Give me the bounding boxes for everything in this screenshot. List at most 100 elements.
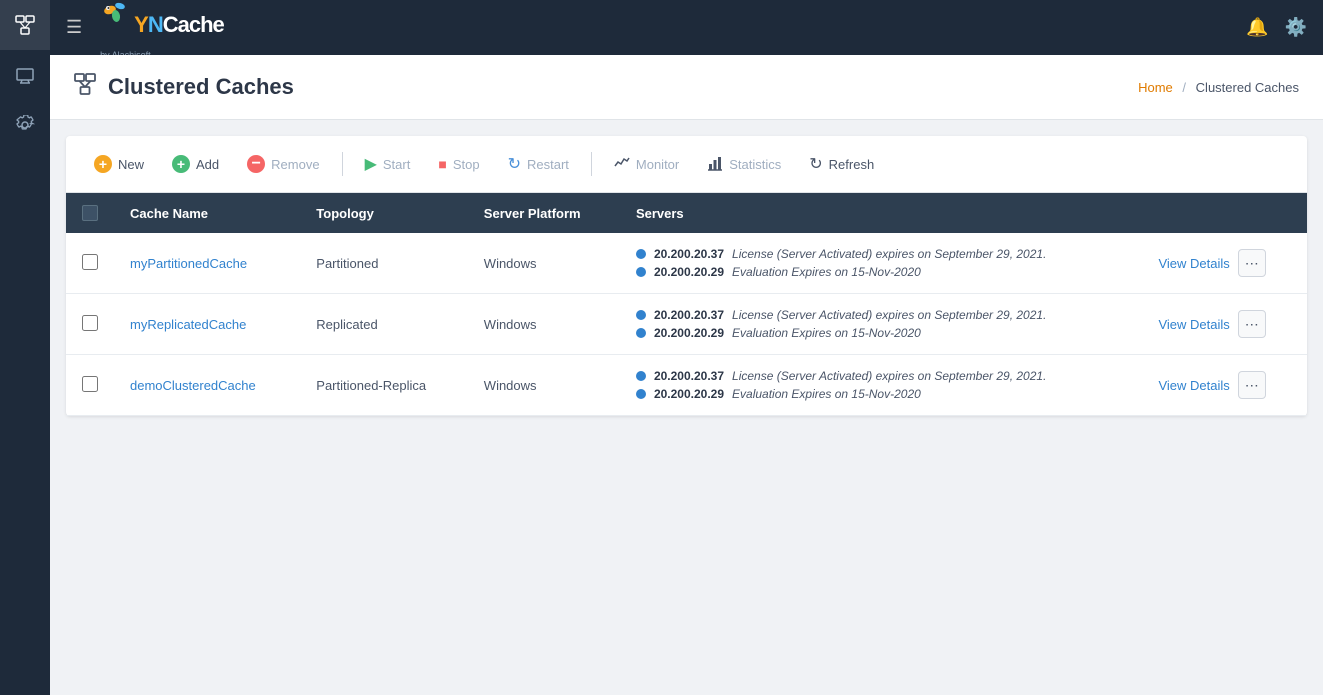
add-label: Add	[196, 157, 219, 172]
topbar-left: ☰ YNCache	[66, 0, 224, 60]
more-actions-button[interactable]: ⋯	[1238, 249, 1266, 277]
stop-button[interactable]: ■ Stop	[426, 150, 491, 178]
server-license: License (Server Activated) expires on Se…	[732, 308, 1046, 322]
topology-cell: Replicated	[300, 294, 468, 355]
platform-cell: Windows	[468, 355, 620, 416]
cache-name-link[interactable]: myReplicatedCache	[130, 317, 246, 332]
row-checkbox-2[interactable]	[82, 376, 98, 392]
toolbar-separator-1	[342, 152, 343, 176]
platform-cell: Windows	[468, 233, 620, 294]
table-row: myReplicatedCacheReplicatedWindows20.200…	[66, 294, 1307, 355]
server-ip: 20.200.20.29	[654, 387, 724, 401]
statistics-icon	[707, 155, 723, 174]
header-server-platform: Server Platform	[468, 193, 620, 233]
view-details-link[interactable]: View Details	[1158, 317, 1229, 332]
row-checkbox-1[interactable]	[82, 315, 98, 331]
statistics-button[interactable]: Statistics	[695, 149, 793, 180]
row-checkbox-cell	[66, 294, 114, 355]
remove-label: Remove	[271, 157, 319, 172]
server-license: License (Server Activated) expires on Se…	[732, 247, 1046, 261]
sidebar-item-clustered-caches[interactable]	[0, 0, 50, 50]
logo-icon: YNCache by Alachisoft	[98, 0, 224, 60]
server-status-dot	[636, 249, 646, 259]
server-license: Evaluation Expires on 15-Nov-2020	[732, 326, 921, 340]
server-license: Evaluation Expires on 15-Nov-2020	[732, 387, 921, 401]
sidebar-item-client-nodes[interactable]	[0, 50, 50, 100]
new-button[interactable]: + New	[82, 149, 156, 179]
view-details-link[interactable]: View Details	[1158, 378, 1229, 393]
stop-icon: ■	[438, 156, 446, 172]
refresh-label: Refresh	[829, 157, 875, 172]
hamburger-menu[interactable]: ☰	[66, 17, 82, 38]
select-all-checkbox[interactable]	[82, 205, 98, 221]
header-cache-name: Cache Name	[114, 193, 300, 233]
server-status-dot	[636, 267, 646, 277]
cache-name-link[interactable]: myPartitionedCache	[130, 256, 247, 271]
restart-label: Restart	[527, 157, 569, 172]
server-row: 20.200.20.29 Evaluation Expires on 15-Nov…	[636, 326, 1127, 340]
add-icon: +	[172, 155, 190, 173]
remove-button[interactable]: − Remove	[235, 149, 331, 179]
refresh-icon: ↻	[809, 154, 822, 174]
cache-name-link[interactable]: demoClusteredCache	[130, 378, 256, 393]
server-row: 20.200.20.37 License (Server Activated) e…	[636, 308, 1127, 322]
sidebar-item-settings[interactable]	[0, 100, 50, 150]
new-label: New	[118, 157, 144, 172]
page-title: Clustered Caches	[108, 74, 294, 100]
breadcrumb-current: Clustered Caches	[1196, 80, 1299, 95]
view-details-link[interactable]: View Details	[1158, 256, 1229, 271]
restart-button[interactable]: ↻ Restart	[496, 148, 581, 180]
toolbar: + New + Add − Remove ▶ Start ■	[66, 136, 1307, 193]
content-area: + New + Add − Remove ▶ Start ■	[66, 136, 1307, 416]
server-row: 20.200.20.37License (Server Activated) e…	[636, 369, 1127, 383]
cache-name-cell: myPartitionedCache	[114, 233, 300, 294]
stop-label: Stop	[453, 157, 480, 172]
server-ip: 20.200.20.37	[654, 247, 724, 261]
servers-cell: 20.200.20.37 License (Server Activated) e…	[620, 294, 1143, 355]
refresh-button[interactable]: ↻ Refresh	[797, 148, 886, 180]
header-topology: Topology	[300, 193, 468, 233]
breadcrumb-home-link[interactable]: Home	[1138, 80, 1173, 95]
more-actions-button[interactable]: ⋯	[1238, 310, 1266, 338]
add-button[interactable]: + Add	[160, 149, 231, 179]
actions-cell: View Details ⋯	[1142, 294, 1307, 355]
page-content: Clustered Caches Home / Clustered Caches…	[50, 55, 1323, 695]
cache-table: Cache Name Topology Server Platform Serv…	[66, 193, 1307, 416]
logo-bird-icon	[98, 0, 134, 32]
server-status-dot	[636, 328, 646, 338]
notification-icon[interactable]: 🔔	[1246, 17, 1268, 38]
monitor-button[interactable]: Monitor	[602, 149, 691, 180]
page-header: Clustered Caches Home / Clustered Caches	[50, 55, 1323, 120]
topology-cell: Partitioned	[300, 233, 468, 294]
row-checkbox-cell	[66, 233, 114, 294]
header-servers: Servers	[620, 193, 1143, 233]
monitor-label: Monitor	[636, 157, 679, 172]
server-license: License (Server Activated) expires on Se…	[732, 369, 1046, 383]
topbar-right: 🔔 ⚙️	[1246, 17, 1307, 38]
cache-name-cell: myReplicatedCache	[114, 294, 300, 355]
sidebar	[0, 0, 50, 695]
page-header-left: Clustered Caches	[74, 73, 294, 101]
server-row: 20.200.20.29Evaluation Expires on 15-Nov…	[636, 265, 1127, 279]
logo-text: YNCache	[134, 12, 224, 38]
server-ip: 20.200.20.37	[654, 308, 724, 322]
page-header-cluster-icon	[74, 73, 96, 101]
logo-area: YNCache by Alachisoft	[98, 0, 224, 60]
server-ip: 20.200.20.29	[654, 326, 724, 340]
start-label: Start	[383, 157, 410, 172]
actions-cell: View Details ⋯	[1142, 233, 1307, 294]
server-status-dot	[636, 371, 646, 381]
toolbar-separator-2	[591, 152, 592, 176]
topology-cell: Partitioned-Replica	[300, 355, 468, 416]
topbar: ☰ YNCache	[50, 0, 1323, 55]
table-header-row: Cache Name Topology Server Platform Serv…	[66, 193, 1307, 233]
table-row: myPartitionedCache PartitionedWindows 20.2…	[66, 233, 1307, 294]
start-button[interactable]: ▶ Start	[353, 148, 423, 180]
settings-gear-icon[interactable]: ⚙️	[1285, 17, 1307, 38]
row-checkbox-0[interactable]	[82, 254, 98, 270]
server-status-dot	[636, 389, 646, 399]
new-icon: +	[94, 155, 112, 173]
more-actions-button[interactable]: ⋯	[1238, 371, 1266, 399]
cache-name-cell: demoClusteredCache	[114, 355, 300, 416]
main-wrapper: ☰ YNCache	[50, 0, 1323, 695]
